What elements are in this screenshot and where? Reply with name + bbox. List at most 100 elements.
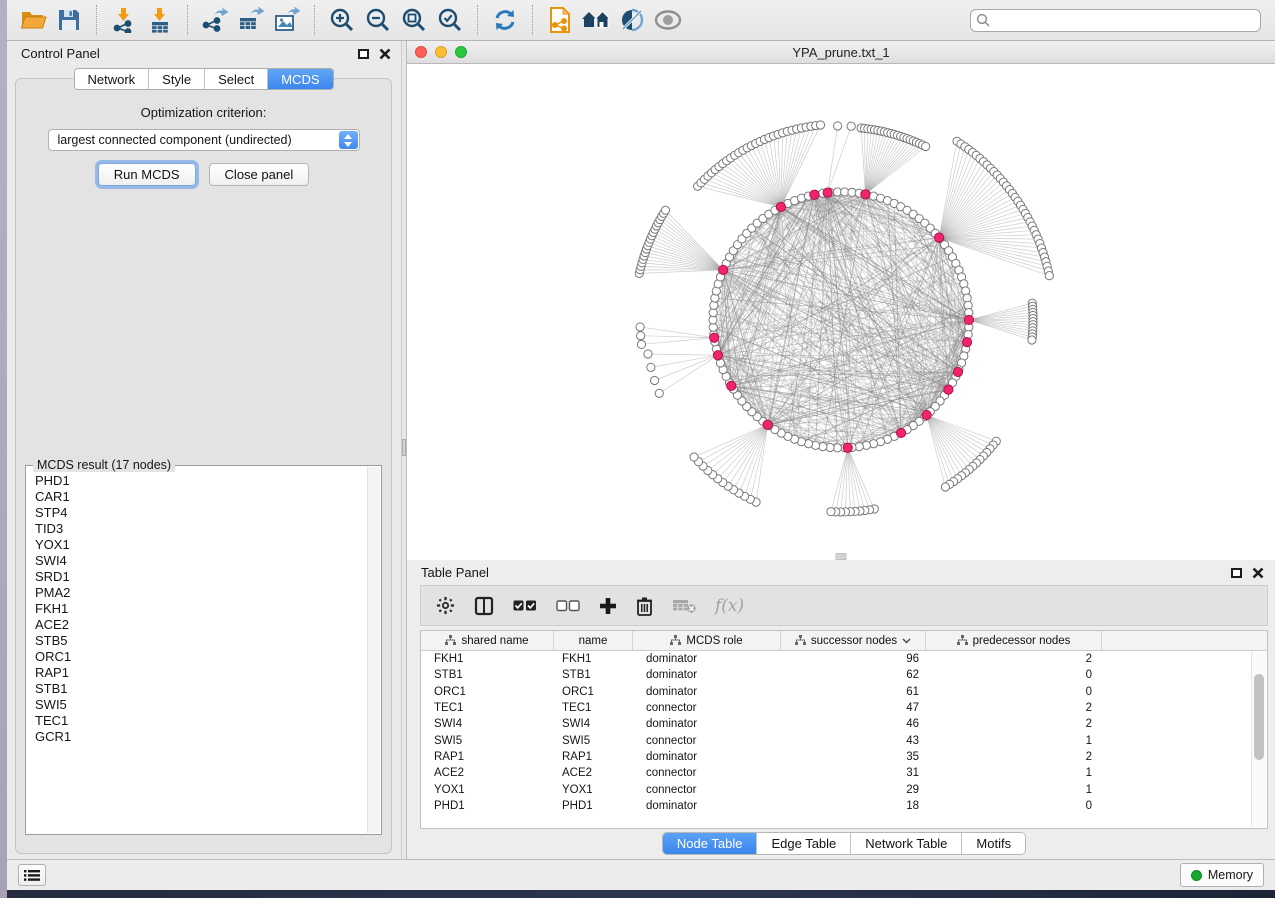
column-header-mcds-role[interactable]: MCDS role <box>633 631 781 650</box>
delete-column-button[interactable] <box>636 594 653 618</box>
run-mcds-button[interactable]: Run MCDS <box>98 163 196 186</box>
minimize-window-icon[interactable] <box>435 46 447 58</box>
mcds-list-scrollbar[interactable] <box>367 467 380 833</box>
tab-network-table[interactable]: Network Table <box>851 833 962 854</box>
close-panel-icon[interactable] <box>379 48 391 60</box>
export-image-button[interactable] <box>269 3 305 37</box>
tab-edge-table[interactable]: Edge Table <box>757 833 851 854</box>
table-cell: TEC1 <box>554 702 633 714</box>
mcds-result-item[interactable]: STB5 <box>35 633 365 649</box>
table-tabs: Node Table Edge Table Network Table Moti… <box>662 832 1026 855</box>
import-network-button[interactable] <box>106 3 142 37</box>
export-table-button[interactable] <box>233 3 269 37</box>
column-header-shared-name[interactable]: shared name <box>421 631 554 650</box>
memory-button[interactable]: Memory <box>1180 863 1264 887</box>
table-cell: 1 <box>926 735 1102 747</box>
column-header-successor-nodes[interactable]: successor nodes <box>781 631 926 650</box>
table-row[interactable]: FKH1FKH1dominator962 <box>421 651 1267 667</box>
refresh-button[interactable] <box>487 3 523 37</box>
zoom-selected-button[interactable] <box>432 3 468 37</box>
canvas-scroll-handle[interactable] <box>836 553 847 560</box>
tab-mcds[interactable]: MCDS <box>268 69 332 89</box>
table-row[interactable]: SWI4SWI4dominator462 <box>421 716 1267 732</box>
tab-node-table[interactable]: Node Table <box>663 833 758 854</box>
close-window-icon[interactable] <box>415 46 427 58</box>
mcds-result-item[interactable]: TID3 <box>35 521 365 537</box>
mcds-result-item[interactable]: PMA2 <box>35 585 365 601</box>
table-row[interactable]: PHD1PHD1dominator180 <box>421 798 1267 814</box>
column-header-name[interactable]: name <box>554 631 633 650</box>
maximize-window-icon[interactable] <box>455 46 467 58</box>
export-network-icon <box>201 7 229 33</box>
tab-motifs[interactable]: Motifs <box>962 833 1025 854</box>
mcds-result-item[interactable]: GCR1 <box>35 729 365 745</box>
splitter-handle[interactable] <box>402 439 406 456</box>
zoom-fit-button[interactable] <box>396 3 432 37</box>
mcds-result-item[interactable]: CAR1 <box>35 489 365 505</box>
table-cell: dominator <box>633 686 781 698</box>
float-table-panel-icon[interactable] <box>1231 568 1242 578</box>
network-titlebar[interactable]: YPA_prune.txt_1 <box>407 41 1275 64</box>
open-file-button[interactable] <box>15 3 51 37</box>
export-network-button[interactable] <box>197 3 233 37</box>
zoom-out-button[interactable] <box>360 3 396 37</box>
mcds-result-item[interactable]: SRD1 <box>35 569 365 585</box>
add-column-button[interactable] <box>599 594 617 618</box>
tab-network[interactable]: Network <box>74 69 149 89</box>
table-settings-button[interactable] <box>436 594 455 618</box>
mcds-result-item[interactable]: ACE2 <box>35 617 365 633</box>
table-cell: connector <box>633 702 781 714</box>
mcds-result-item[interactable]: ORC1 <box>35 649 365 665</box>
mcds-result-item[interactable]: SWI5 <box>35 697 365 713</box>
table-cell: dominator <box>633 669 781 681</box>
column-header-predecessor-nodes[interactable]: predecessor nodes <box>926 631 1102 650</box>
network-canvas[interactable] <box>407 64 1275 560</box>
mcds-result-list[interactable]: PHD1CAR1STP4TID3YOX1SWI4SRD1PMA2FKH1ACE2… <box>28 469 365 832</box>
table-cell: YOX1 <box>554 784 633 796</box>
column-label: MCDS role <box>686 635 742 647</box>
tab-select[interactable]: Select <box>205 69 268 89</box>
mcds-result-item[interactable]: STB1 <box>35 681 365 697</box>
table-scrollbar-thumb[interactable] <box>1254 674 1264 760</box>
mcds-result-item[interactable]: FKH1 <box>35 601 365 617</box>
optimization-criterion-select[interactable]: largest connected component (undirected) <box>48 129 360 151</box>
task-history-button[interactable] <box>18 864 46 886</box>
toolbar-search-field[interactable] <box>970 9 1261 32</box>
table-row[interactable]: RAP1RAP1dominator352 <box>421 749 1267 765</box>
show-hide-button[interactable] <box>650 3 686 37</box>
select-all-rows-button[interactable] <box>513 594 537 618</box>
column-label: successor nodes <box>811 635 897 647</box>
search-input[interactable] <box>994 13 1255 27</box>
mcds-result-item[interactable]: STP4 <box>35 505 365 521</box>
mcds-result-item[interactable]: RAP1 <box>35 665 365 681</box>
show-columns-button[interactable] <box>474 594 494 618</box>
save-floppy-icon <box>57 8 81 32</box>
sort-chevron-icon <box>902 638 911 644</box>
save-session-button[interactable] <box>51 3 87 37</box>
mcds-result-item[interactable]: PHD1 <box>35 473 365 489</box>
visual-mapping-toggle-button[interactable] <box>614 3 650 37</box>
table-row[interactable]: ORC1ORC1dominator610 <box>421 684 1267 700</box>
float-panel-icon[interactable] <box>358 49 369 59</box>
home-networks-button[interactable] <box>578 3 614 37</box>
mcds-result-item[interactable]: TEC1 <box>35 713 365 729</box>
zoom-in-icon <box>329 7 355 33</box>
desktop-background <box>0 0 7 898</box>
table-cell: RAP1 <box>421 751 554 763</box>
mcds-result-item[interactable]: YOX1 <box>35 537 365 553</box>
tab-style[interactable]: Style <box>149 69 205 89</box>
table-row[interactable]: ACE2ACE2connector311 <box>421 765 1267 781</box>
table-row[interactable]: TEC1TEC1connector472 <box>421 700 1267 716</box>
close-panel-button[interactable]: Close panel <box>209 163 310 186</box>
table-row[interactable]: YOX1YOX1connector291 <box>421 781 1267 797</box>
network-graph[interactable] <box>407 64 1275 560</box>
import-table-button[interactable] <box>142 3 178 37</box>
table-scrollbar[interactable] <box>1251 652 1266 827</box>
network-from-file-button[interactable] <box>542 3 578 37</box>
table-row[interactable]: STB1STB1dominator620 <box>421 667 1267 683</box>
mcds-result-item[interactable]: SWI4 <box>35 553 365 569</box>
close-table-panel-icon[interactable] <box>1252 567 1264 579</box>
zoom-in-button[interactable] <box>324 3 360 37</box>
deselect-all-rows-button[interactable] <box>556 594 580 618</box>
table-row[interactable]: SWI5SWI5connector431 <box>421 732 1267 748</box>
